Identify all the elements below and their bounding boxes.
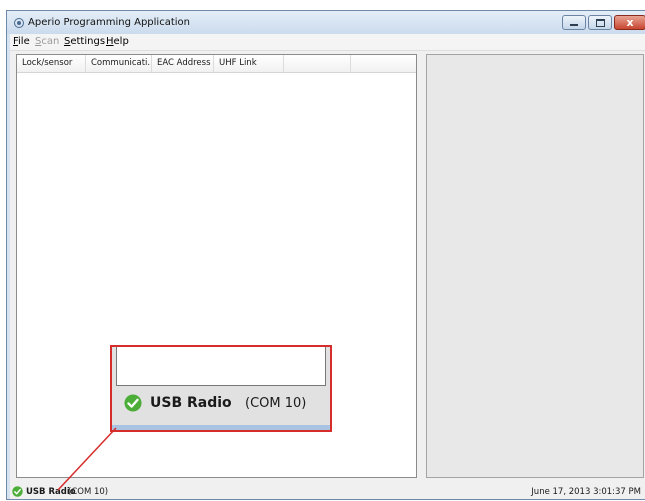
callout-pointer-line <box>57 427 117 491</box>
